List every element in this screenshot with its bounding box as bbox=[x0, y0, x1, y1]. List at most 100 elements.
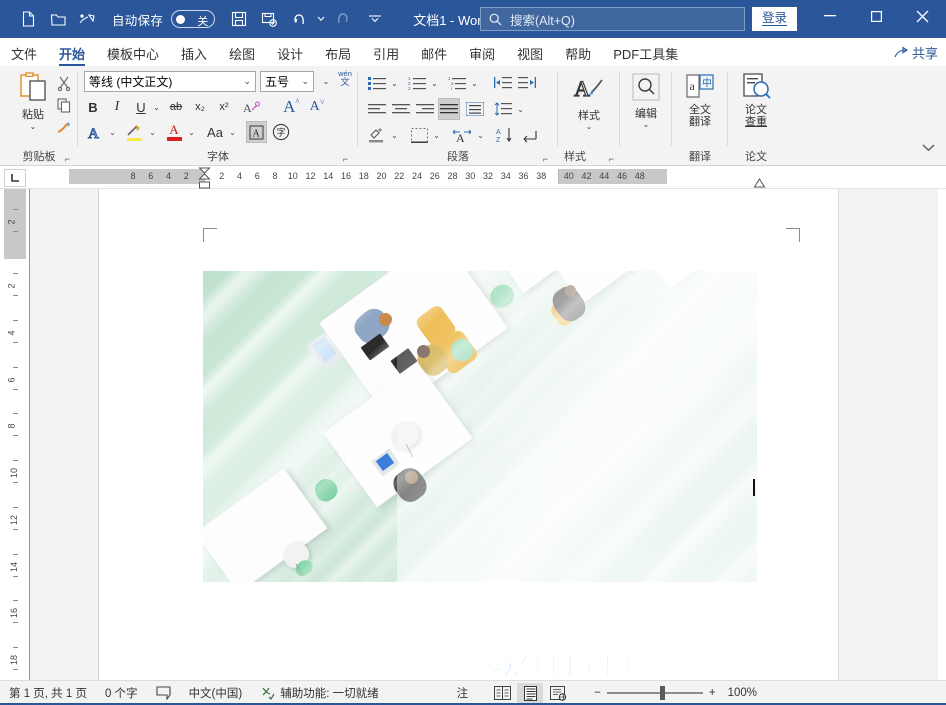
text-effects-dropdown-icon[interactable]: ⌄ bbox=[106, 121, 119, 143]
tab-template-center[interactable]: 模板中心 bbox=[96, 48, 170, 66]
format-painter-icon[interactable] bbox=[52, 116, 76, 138]
undo-dropdown-icon[interactable] bbox=[315, 6, 327, 32]
read-mode-icon[interactable] bbox=[489, 683, 515, 704]
align-right-icon[interactable] bbox=[414, 98, 436, 120]
font-name-input[interactable]: 等线 (中文正文) ⌄ bbox=[84, 71, 256, 92]
change-case-dropdown-icon[interactable]: ⌄ bbox=[226, 121, 239, 143]
open-folder-icon[interactable] bbox=[44, 6, 72, 32]
bullets-dropdown-icon[interactable]: ⌄ bbox=[388, 72, 401, 94]
zoom-value[interactable]: 100% bbox=[728, 687, 757, 699]
sign-in-button[interactable]: 登录 bbox=[752, 7, 797, 31]
maximize-button[interactable] bbox=[853, 0, 899, 32]
clear-formatting-icon[interactable]: A bbox=[241, 96, 263, 118]
align-left-icon[interactable] bbox=[366, 98, 388, 120]
text-effects-icon[interactable]: A bbox=[84, 121, 106, 143]
tab-view[interactable]: 视图 bbox=[506, 48, 554, 66]
chevron-down-icon[interactable]: ⌄ bbox=[243, 76, 251, 87]
zoom-track[interactable] bbox=[606, 686, 703, 700]
search-input[interactable]: 搜索(Alt+Q) bbox=[480, 7, 745, 31]
change-case-button[interactable]: Aa bbox=[202, 121, 228, 143]
tab-pdf-tools[interactable]: PDF工具集 bbox=[602, 48, 689, 66]
font-color-icon[interactable]: A bbox=[163, 121, 185, 143]
tab-review[interactable]: 审阅 bbox=[458, 48, 506, 66]
tab-draw[interactable]: 绘图 bbox=[218, 48, 266, 66]
numbered-list-icon[interactable]: 123 bbox=[406, 72, 428, 94]
font-size-input[interactable]: 五号 ⌄ bbox=[260, 71, 314, 92]
full-text-translate-button[interactable]: a 中 全文 翻译 bbox=[672, 72, 728, 129]
bullet-list-icon[interactable] bbox=[366, 72, 388, 94]
shading-dropdown-icon[interactable]: ⌄ bbox=[388, 124, 401, 146]
line-spacing-dropdown-icon[interactable]: ⌄ bbox=[514, 98, 527, 120]
clipboard-dialog-launcher[interactable]: ⌐ bbox=[65, 154, 70, 164]
multilevel-dropdown-icon[interactable]: ⌄ bbox=[468, 72, 481, 94]
collapse-ribbon-chevron-icon[interactable] bbox=[918, 138, 938, 158]
cut-scissors-icon[interactable] bbox=[52, 72, 76, 94]
zoom-in-button[interactable]: + bbox=[709, 687, 716, 699]
underline-button[interactable]: U bbox=[132, 96, 150, 118]
font-dialog-launcher[interactable]: ⌐ bbox=[343, 154, 348, 164]
document-canvas[interactable] bbox=[30, 189, 938, 680]
asian-layout-dropdown-icon[interactable]: ⌄ bbox=[474, 124, 487, 146]
strikethrough-button[interactable]: ab bbox=[166, 96, 186, 118]
word-count[interactable]: 0 个字 bbox=[96, 681, 147, 705]
distribute-text-icon[interactable] bbox=[464, 98, 486, 120]
font-color-dropdown-icon[interactable]: ⌄ bbox=[185, 121, 198, 143]
superscript-button[interactable]: x² bbox=[214, 96, 234, 118]
tab-home[interactable]: 开始 bbox=[48, 48, 96, 66]
inserted-image[interactable] bbox=[203, 271, 757, 582]
underline-dropdown-icon[interactable]: ⌄ bbox=[150, 96, 163, 118]
character-shading-icon[interactable]: A bbox=[246, 121, 267, 143]
borders-dropdown-icon[interactable]: ⌄ bbox=[430, 124, 443, 146]
zoom-slider[interactable]: − + 100% bbox=[585, 681, 766, 705]
print-layout-icon[interactable] bbox=[517, 682, 544, 704]
show-paragraph-marks-icon[interactable] bbox=[520, 124, 542, 146]
styles-dropdown-icon[interactable]: ⌄ bbox=[558, 122, 620, 131]
paragraph-shading-icon[interactable] bbox=[366, 124, 388, 146]
asian-layout-icon[interactable]: A bbox=[450, 124, 474, 146]
page-info[interactable]: 第 1 页, 共 1 页 bbox=[0, 681, 96, 705]
italic-button[interactable]: I bbox=[108, 96, 126, 118]
paste-dropdown-icon[interactable]: ⌄ bbox=[10, 122, 56, 131]
tab-mailings[interactable]: 邮件 bbox=[410, 48, 458, 66]
close-button[interactable] bbox=[899, 0, 945, 32]
tab-help[interactable]: 帮助 bbox=[554, 48, 602, 66]
customize-quick-access-icon[interactable] bbox=[365, 6, 385, 32]
increase-indent-icon[interactable] bbox=[516, 72, 538, 94]
save-icon[interactable] bbox=[225, 6, 253, 32]
autosave-toggle[interactable]: 关 bbox=[171, 10, 216, 28]
decrease-indent-icon[interactable] bbox=[492, 72, 514, 94]
paste-button[interactable]: 粘贴 ⌄ bbox=[10, 72, 56, 131]
minimize-button[interactable] bbox=[807, 0, 853, 32]
numbering-dropdown-icon[interactable]: ⌄ bbox=[428, 72, 441, 94]
zoom-thumb[interactable] bbox=[659, 686, 665, 700]
multilevel-list-icon[interactable]: 1ai bbox=[446, 72, 468, 94]
touch-mode-icon[interactable] bbox=[74, 6, 102, 32]
tab-stop-left-icon[interactable] bbox=[4, 169, 26, 187]
tab-references[interactable]: 引用 bbox=[362, 48, 410, 66]
horizontal-ruler[interactable]: 8 6 4 2 2 4 6 8 10 12 14 16 18 20 22 24 26 28 30 32 34 36 38 40… bbox=[0, 167, 946, 189]
plagiarism-check-button[interactable]: 论文 查重 bbox=[728, 72, 784, 129]
font-size-dropdown-extra-icon[interactable]: ⌄ bbox=[318, 70, 334, 92]
editing-dropdown-icon[interactable]: ⌄ bbox=[620, 120, 672, 129]
tab-file[interactable]: 文件 bbox=[0, 48, 48, 66]
right-indent-marker[interactable] bbox=[753, 178, 766, 189]
phonetic-guide-icon[interactable]: wén 文 bbox=[333, 68, 357, 90]
proofing-errors-icon[interactable] bbox=[147, 681, 180, 705]
paragraph-dialog-launcher[interactable]: ⌐ bbox=[543, 154, 548, 164]
tab-design[interactable]: 设计 bbox=[266, 48, 314, 66]
text-highlight-icon[interactable] bbox=[122, 121, 146, 143]
line-spacing-icon[interactable] bbox=[492, 98, 514, 120]
focus-mode-label[interactable]: 注 bbox=[448, 681, 478, 705]
styles-pane-button[interactable]: A 样式 ⌄ bbox=[558, 74, 620, 131]
tab-insert[interactable]: 插入 bbox=[170, 48, 218, 66]
paragraph-borders-icon[interactable] bbox=[408, 124, 430, 146]
left-indent-marker[interactable] bbox=[198, 167, 211, 189]
save-as-icon[interactable] bbox=[255, 6, 283, 32]
chevron-down-icon[interactable]: ⌄ bbox=[301, 76, 309, 87]
subscript-button[interactable]: x₂ bbox=[190, 96, 210, 118]
sort-icon[interactable]: AZ bbox=[494, 124, 516, 146]
styles-dialog-launcher[interactable]: ⌐ bbox=[609, 154, 614, 164]
zoom-out-button[interactable]: − bbox=[594, 687, 601, 699]
share-button[interactable]: 共享 bbox=[894, 43, 938, 62]
copy-icon[interactable] bbox=[52, 94, 76, 116]
